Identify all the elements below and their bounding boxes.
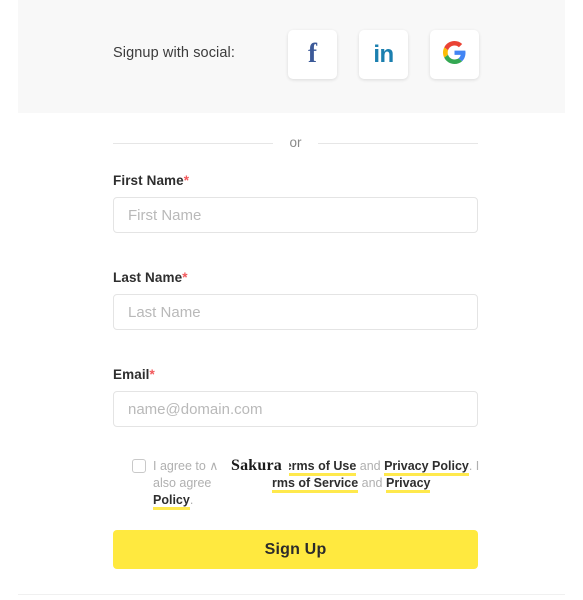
facebook-icon: f bbox=[308, 38, 317, 68]
email-field-group: Email* bbox=[113, 367, 478, 427]
last-name-field-group: Last Name* bbox=[113, 270, 478, 330]
terms-of-use-link[interactable]: Terms of Use bbox=[278, 459, 357, 476]
or-divider: or bbox=[113, 133, 478, 153]
email-required-asterisk: * bbox=[149, 367, 155, 382]
policy-link-base[interactable]: Policy bbox=[153, 493, 190, 510]
google-icon bbox=[443, 40, 466, 69]
consent-base-line1: I agree to bbox=[153, 459, 210, 473]
email-input[interactable] bbox=[113, 391, 478, 427]
email-label-text: Email bbox=[113, 367, 150, 382]
signup-card: Signup with social: f in or First Name* … bbox=[18, 0, 565, 600]
first-name-required-asterisk: * bbox=[183, 173, 190, 188]
privacy-policy-link[interactable]: Privacy Policy bbox=[384, 459, 469, 476]
facebook-signup-button[interactable]: f bbox=[288, 30, 337, 79]
social-buttons-group: f in bbox=[288, 30, 479, 79]
consent-overlay-line2: rms of Service and Privacy bbox=[272, 475, 508, 493]
linkedin-signup-button[interactable]: in bbox=[359, 30, 408, 79]
social-signup-section: Signup with social: f in bbox=[18, 0, 565, 113]
sign-up-button[interactable]: Sign Up bbox=[113, 530, 478, 569]
consent-base-period: . bbox=[189, 493, 194, 507]
divider-label: or bbox=[289, 135, 302, 150]
consent-overlay-tail: . I bbox=[468, 459, 480, 473]
linkedin-icon: in bbox=[373, 40, 394, 68]
first-name-label-text: First Name bbox=[113, 173, 184, 188]
last-name-required-asterisk: * bbox=[182, 270, 188, 285]
card-bottom-divider bbox=[18, 594, 565, 595]
privacy-link[interactable]: Privacy bbox=[385, 476, 431, 493]
consent-base-clipped-glyph: ∧ bbox=[209, 459, 219, 473]
last-name-label-text: Last Name bbox=[113, 270, 183, 285]
consent-overlay-and-2: and bbox=[358, 476, 386, 490]
social-signup-label: Signup with social: bbox=[113, 45, 235, 61]
terms-agree-checkbox[interactable] bbox=[132, 459, 146, 473]
last-name-label: Last Name* bbox=[113, 270, 478, 285]
consent-overlay-and-1: and bbox=[356, 459, 385, 473]
first-name-field-group: First Name* bbox=[113, 173, 478, 233]
google-signup-button[interactable] bbox=[430, 30, 479, 79]
terms-of-service-link[interactable]: rms of Service bbox=[272, 476, 359, 493]
consent-base-line2: also agree bbox=[153, 476, 212, 490]
consent-overlay-text: Terms of Use and Privacy Policy. I rms o… bbox=[272, 458, 508, 493]
last-name-input[interactable] bbox=[113, 294, 478, 330]
consent-section: I agree to ∧ also agree Policy. Terms of… bbox=[113, 452, 493, 518]
first-name-input[interactable] bbox=[113, 197, 478, 233]
email-label: Email* bbox=[113, 367, 478, 382]
signup-page: Signup with social: f in or First Name* … bbox=[0, 0, 583, 600]
consent-overlay-line1: Terms of Use and Privacy Policy. I bbox=[278, 458, 508, 476]
sakura-brand-overlay: Sakura bbox=[226, 456, 289, 476]
first-name-label: First Name* bbox=[113, 173, 478, 188]
